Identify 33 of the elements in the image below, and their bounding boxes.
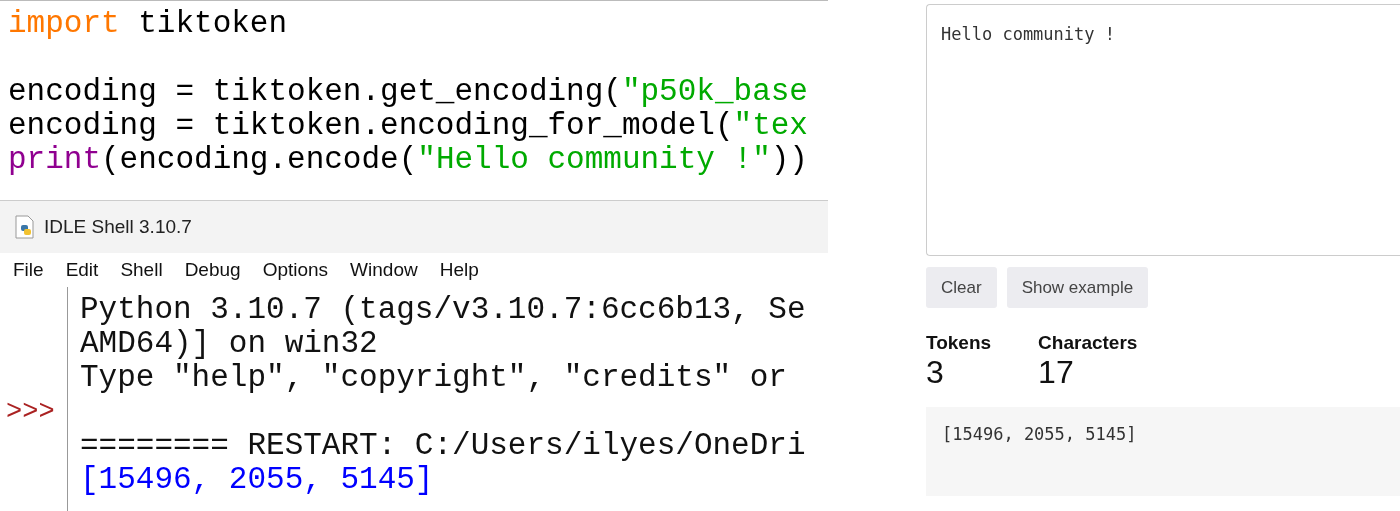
stat-value: 3	[926, 354, 945, 390]
menu-item[interactable]: File	[13, 255, 44, 285]
shell-output-line: ======== RESTART: C:/Users/ilyes/OneDri	[80, 428, 806, 463]
token-output-box: [15496, 2055, 5145]	[926, 407, 1400, 496]
python-file-icon	[14, 215, 36, 239]
shell-prompt: >>>	[6, 397, 55, 427]
code-token: encoding = tiktoken.encoding_for_model(	[8, 109, 734, 143]
menu-item[interactable]: Options	[262, 255, 329, 285]
clear-button[interactable]: Clear	[926, 267, 997, 308]
menu-item[interactable]: Help	[439, 255, 479, 285]
stat-label: Tokens	[926, 332, 992, 354]
code-token: "p50k_base	[621, 75, 808, 109]
code-token: (encoding.encode(	[101, 143, 418, 177]
code-token: ))	[770, 143, 808, 177]
stat-value: 17	[1038, 354, 1075, 390]
shell-output-line: Python 3.10.7 (tags/v3.10.7:6cc6b13, Se	[80, 292, 806, 327]
menu-item[interactable]: Debug	[184, 255, 241, 285]
window-title: IDLE Shell 3.10.7	[44, 214, 192, 239]
show-example-button[interactable]: Show example	[1006, 267, 1149, 308]
stat-label: Characters	[1038, 332, 1138, 354]
text-input-area[interactable]: Hello community !	[926, 4, 1400, 256]
code-token: "Hello community !"	[417, 143, 771, 177]
shell-output-line: AMD64)] on win32	[80, 326, 378, 361]
code-token: import	[8, 7, 120, 41]
code-token: print	[8, 143, 101, 177]
menu-item[interactable]: Shell	[120, 255, 163, 285]
code-token: "tex	[733, 109, 808, 143]
menu-item[interactable]: Edit	[65, 255, 99, 285]
shell-output-line: Type "help", "copyright", "credits" or	[80, 360, 787, 395]
menu-item[interactable]: Window	[350, 255, 418, 285]
code-token: encoding = tiktoken.get_encoding(	[8, 75, 622, 109]
shell-result-line: [15496, 2055, 5145]	[80, 462, 434, 497]
code-token: tiktoken	[137, 7, 288, 41]
